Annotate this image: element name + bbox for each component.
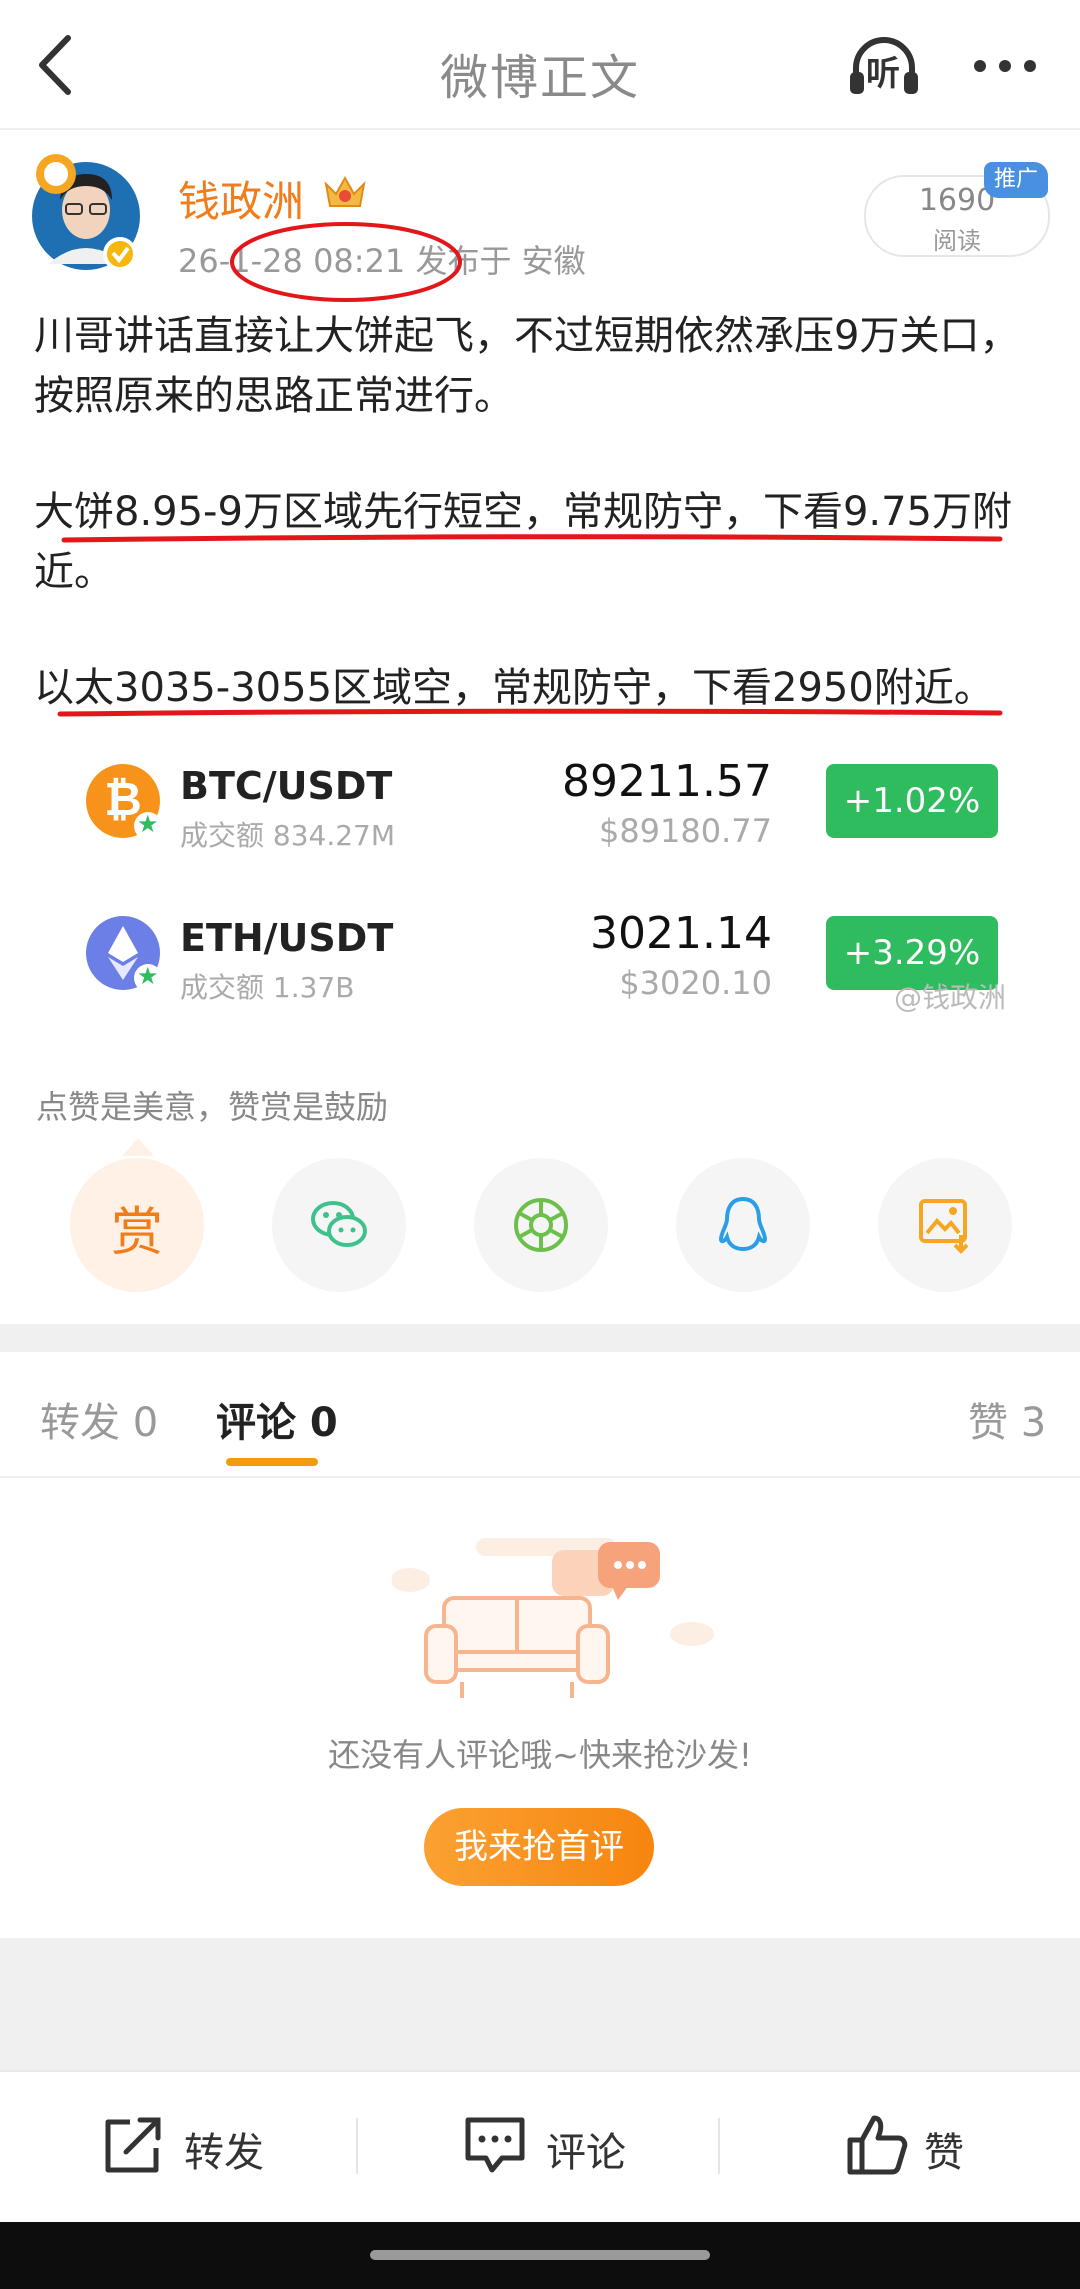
reward-hint: 点赞是美意，赞赏是鼓励 [36, 1088, 389, 1126]
ticker-pair: BTC/USDT [180, 764, 393, 808]
tab-likes[interactable]: 赞 3 [968, 1390, 1046, 1448]
ticker-fiat-price: $3020.10 [619, 964, 772, 1002]
ticker-pair: ETH/USDT [180, 916, 394, 960]
bottom-separator [356, 2118, 358, 2174]
comment-bubble-icon [465, 2117, 525, 2173]
share-wechat-button[interactable] [272, 1158, 406, 1292]
tip-pointer [122, 1138, 154, 1156]
comment-button[interactable]: 评论 [462, 2114, 662, 2184]
reward-button[interactable]: 赏 [70, 1158, 204, 1292]
ticker-row-eth[interactable]: ★ ETH/USDT 成交额 1.37B 3021.14 $3020.10 +3… [86, 908, 998, 1016]
ticker-price: 89211.57 [562, 756, 772, 807]
bottom-separator [718, 2118, 720, 2174]
first-comment-button[interactable]: 我来抢首评 [424, 1808, 654, 1886]
qq-icon [718, 1196, 768, 1252]
empty-comments-message: 还没有人评论哦~快来抢沙发! [328, 1736, 752, 1774]
thumbs-up-icon [847, 2115, 908, 2175]
ticker-price: 3021.14 [590, 908, 772, 959]
like-button[interactable]: 赞 [844, 2112, 1024, 2182]
favorite-star-icon: ★ [134, 962, 162, 992]
weibo-watermark: @钱政洲 [894, 981, 1007, 1014]
footer-spacer [0, 1938, 1080, 2070]
promote-badge[interactable]: 推广 [984, 162, 1048, 198]
comment-label: 评论 [546, 2130, 626, 2176]
repost-button[interactable]: 转发 [100, 2114, 300, 2184]
ticker-fiat-price: $89180.77 [598, 812, 772, 850]
listen-label: 听 [866, 54, 900, 94]
underline-annotation-1 [61, 534, 1003, 543]
listen-button[interactable]: 听 [848, 34, 920, 96]
home-indicator[interactable] [370, 2250, 710, 2260]
wechat-icon [311, 1201, 367, 1247]
avatar[interactable] [26, 146, 146, 276]
save-image-button[interactable] [878, 1158, 1012, 1292]
share-out-icon [105, 2117, 161, 2173]
ticker-volume: 成交额 834.27M [180, 819, 396, 852]
ticker-change-badge: +1.02% [826, 764, 998, 838]
save-image-icon [919, 1199, 969, 1254]
ticker-volume: 成交额 1.37B [180, 971, 355, 1004]
like-label: 赞 [924, 2130, 964, 2176]
section-divider [0, 1324, 1080, 1352]
active-tab-indicator [226, 1458, 318, 1466]
crown-badge-icon [324, 175, 366, 207]
repost-label: 转发 [184, 2130, 264, 2176]
read-label: 阅读 [933, 227, 981, 255]
ticker-row-btc[interactable]: ₿ ★ BTC/USDT 成交额 834.27M 89211.57 $89180… [86, 756, 998, 864]
underline-annotation-2 [57, 708, 1003, 717]
post-paragraph-1: 川哥讲话直接让大饼起飞，不过短期依然承压9万关口，按照原来的思路正常进行。 [34, 313, 1020, 419]
time-circle-annotation [230, 222, 462, 302]
tabs-border [0, 1476, 1080, 1478]
tab-repost[interactable]: 转发 0 [40, 1390, 158, 1448]
reward-label: 赏 [110, 1203, 163, 1263]
moments-icon [514, 1198, 568, 1252]
share-qq-button[interactable] [676, 1158, 810, 1292]
tab-comments[interactable]: 评论 0 [216, 1390, 338, 1448]
empty-sofa-illustration [392, 1538, 714, 1698]
avatar-image [32, 154, 140, 271]
favorite-star-icon: ★ [134, 810, 162, 840]
share-moments-button[interactable] [474, 1158, 608, 1292]
more-options-icon[interactable] [972, 56, 1038, 76]
